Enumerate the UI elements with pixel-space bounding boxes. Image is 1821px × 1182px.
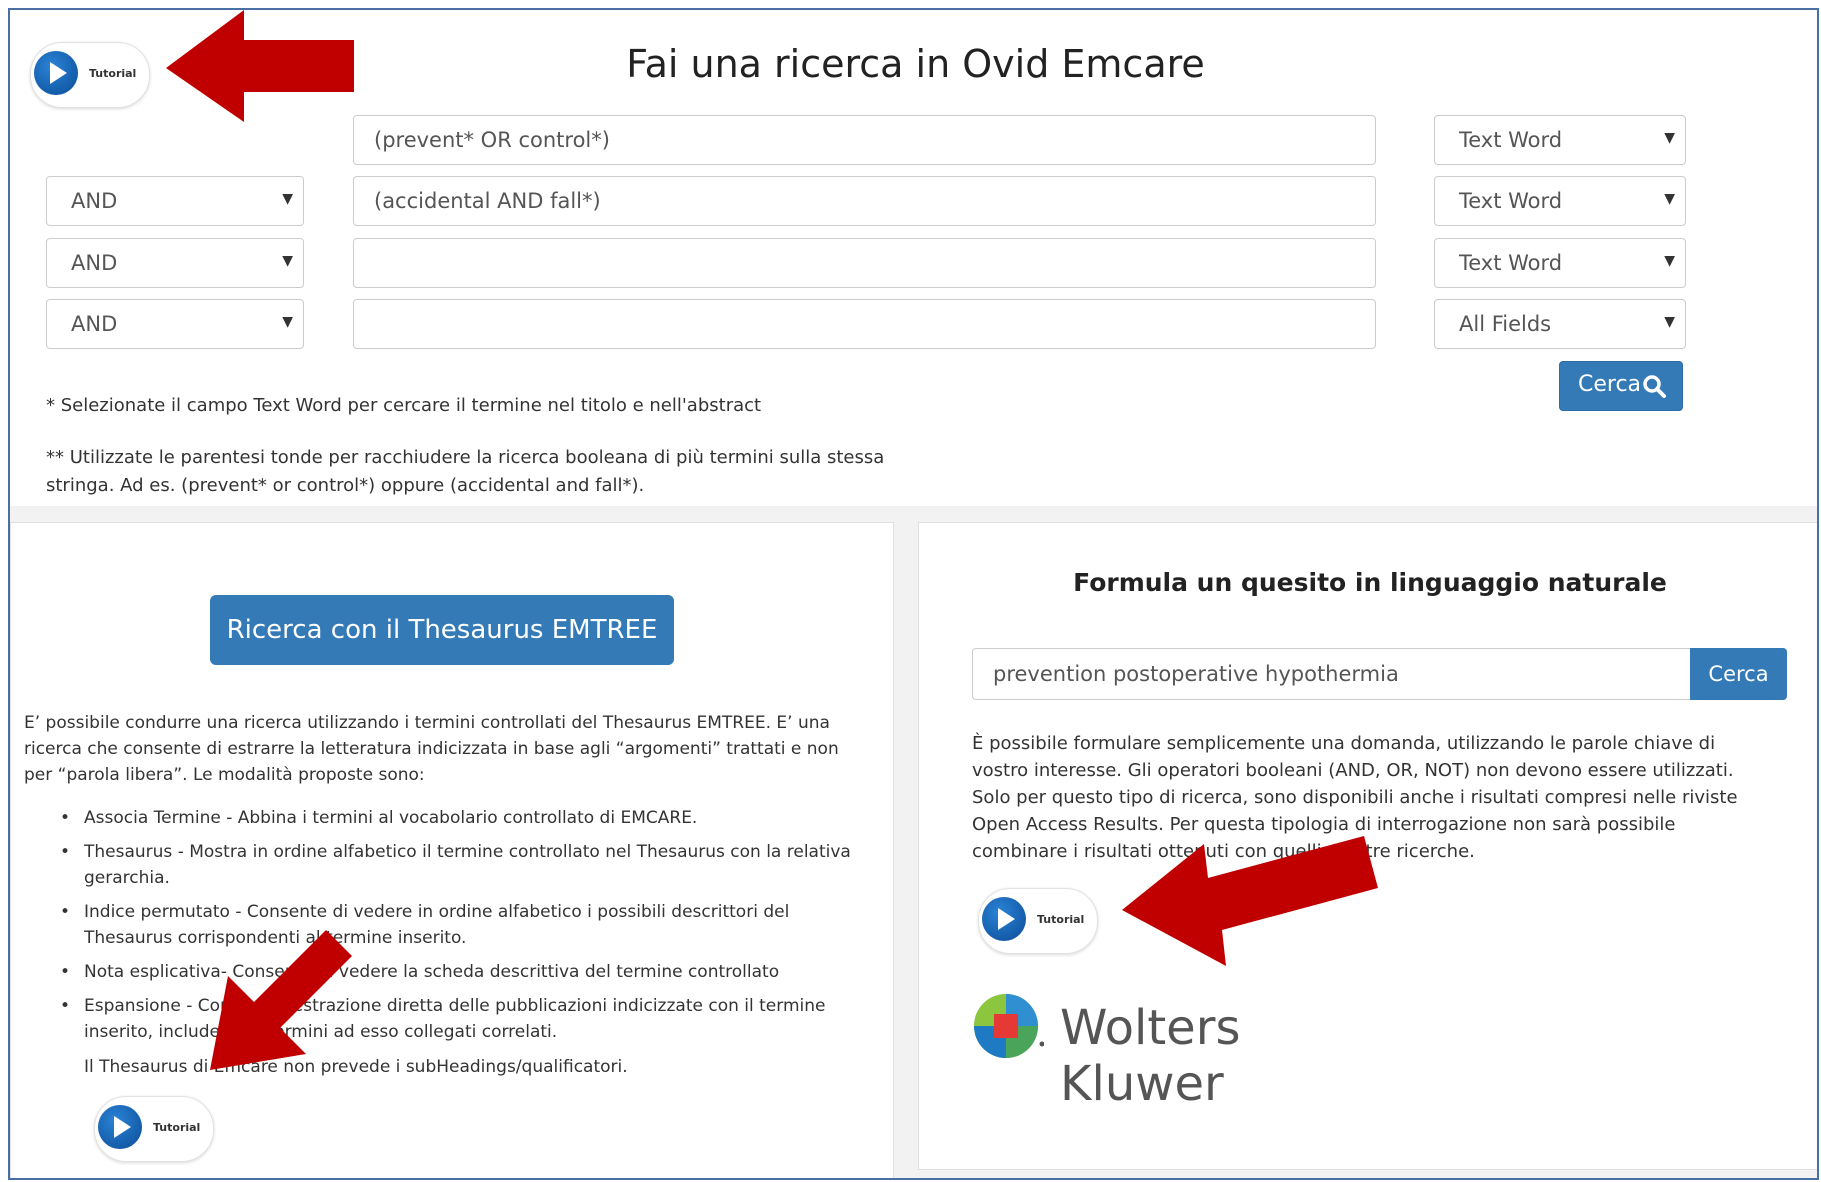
field-select-value: All Fields [1459, 312, 1552, 336]
caret-down-icon: ▼ [1664, 130, 1675, 146]
thesaurus-footer-note: Il Thesaurus di Emcare non prevede i sub… [84, 1057, 628, 1077]
magnifier-icon [1643, 375, 1666, 398]
field-select-3[interactable]: Text Word ▼ [1434, 238, 1686, 288]
operator-select-value: AND [71, 189, 118, 213]
list-item-line: Associa Termine - Abbina i termini al vo… [84, 808, 698, 828]
operator-select-2[interactable]: AND ▼ [46, 176, 304, 226]
note-text-word: * Selezionate il campo Text Word per cer… [46, 395, 762, 416]
search-term-input-3[interactable] [353, 238, 1376, 288]
nl-desc-line5: combinare i risultati ottenuti con quell… [972, 841, 1475, 862]
list-item: Thesaurus - Mostra in ordine alfabetico … [24, 839, 884, 891]
nl-desc-line4: Open Access Results. Per questa tipologi… [972, 814, 1676, 835]
tutorial-button-natural-language[interactable]: Tutorial [978, 888, 1098, 954]
list-item-line: Indice permutato - Consente di vedere in… [84, 902, 790, 922]
search-term-input-2[interactable]: (accidental AND fall*) [353, 176, 1376, 226]
list-item: Espansione - Consente l'estrazione diret… [24, 993, 884, 1045]
field-select-2[interactable]: Text Word ▼ [1434, 176, 1686, 226]
caret-down-icon: ▼ [1664, 253, 1675, 269]
natural-language-input[interactable]: prevention postoperative hypothermia [972, 648, 1691, 700]
list-item: Nota esplicativa- Consente di vedere la … [24, 959, 884, 985]
natural-language-title: Formula un quesito in linguaggio natural… [1073, 568, 1667, 597]
list-item-line: Thesaurus corrispondenti al termine inse… [84, 928, 467, 948]
field-select-4[interactable]: All Fields ▼ [1434, 299, 1686, 349]
note-parentheses-line1: ** Utilizzate le parentesi tonde per rac… [46, 447, 885, 468]
field-select-value: Text Word [1459, 189, 1563, 213]
caret-down-icon: ▼ [1664, 191, 1675, 207]
thesaurus-intro-line3: per “parola libera”. Le modalità propost… [24, 765, 425, 785]
list-item: Associa Termine - Abbina i termini al vo… [24, 805, 884, 831]
list-item-line: gerarchia. [84, 868, 170, 888]
cerca-button-top[interactable]: Cerca [1559, 361, 1683, 411]
thesaurus-modes-list: Associa Termine - Abbina i termini al vo… [24, 805, 884, 1053]
operator-select-4[interactable]: AND ▼ [46, 299, 304, 349]
nl-desc-line2: vostro interesse. Gli operatori booleani… [972, 760, 1734, 781]
wolters-kluwer-logo-icon [974, 994, 1045, 1058]
thesaurus-intro-line1: E’ possibile condurre una ricerca utiliz… [24, 713, 830, 733]
brand-name: Wolters Kluwer [1060, 1000, 1241, 1112]
field-select-value: Text Word [1459, 128, 1563, 152]
operator-select-value: AND [71, 312, 118, 336]
list-item-line: inserito, includendo i termini ad esso c… [84, 1022, 558, 1042]
note-parentheses-line2: stringa. Ad es. (prevent* or control*) o… [46, 475, 645, 496]
play-icon [98, 1105, 142, 1149]
list-item-line: Nota esplicativa- Consente di vedere la … [84, 962, 780, 982]
caret-down-icon: ▼ [282, 191, 293, 207]
operator-select-value: AND [71, 251, 118, 275]
search-term-input-4[interactable] [353, 299, 1376, 349]
list-item-line: Espansione - Consente l'estrazione diret… [84, 996, 826, 1016]
caret-down-icon: ▼ [1664, 314, 1675, 330]
wolters-kluwer-logo: Wolters Kluwer [972, 992, 1392, 1112]
tutorial-label: Tutorial [1037, 913, 1085, 926]
caret-down-icon: ▼ [282, 314, 293, 330]
list-item: Indice permutato - Consente di vedere in… [24, 899, 884, 951]
operator-select-3[interactable]: AND ▼ [46, 238, 304, 288]
tutorial-label: Tutorial [153, 1121, 201, 1134]
thesaurus-search-button[interactable]: Ricerca con il Thesaurus EMTREE [210, 595, 674, 665]
thesaurus-intro-line2: ricerca che consente di estrarre la lett… [24, 739, 839, 759]
play-icon [982, 897, 1026, 941]
natural-language-cerca-button[interactable]: Cerca [1690, 648, 1787, 700]
caret-down-icon: ▼ [282, 253, 293, 269]
nl-desc-line3: Solo per questo tipo di ricerca, sono di… [972, 787, 1738, 808]
nl-desc-line1: È possibile formulare semplicemente una … [972, 733, 1716, 754]
field-select-value: Text Word [1459, 251, 1563, 275]
tutorial-button-thesaurus[interactable]: Tutorial [94, 1096, 214, 1162]
field-select-1[interactable]: Text Word ▼ [1434, 115, 1686, 165]
search-term-input-1[interactable]: (prevent* OR control*) [353, 115, 1376, 165]
cerca-button-label: Cerca [1578, 372, 1642, 397]
page-frame: Tutorial Fai una ricerca in Ovid Emcare … [8, 8, 1819, 1180]
list-item-line: Thesaurus - Mostra in ordine alfabetico … [84, 842, 851, 862]
page-title: Fai una ricerca in Ovid Emcare [626, 42, 1205, 86]
